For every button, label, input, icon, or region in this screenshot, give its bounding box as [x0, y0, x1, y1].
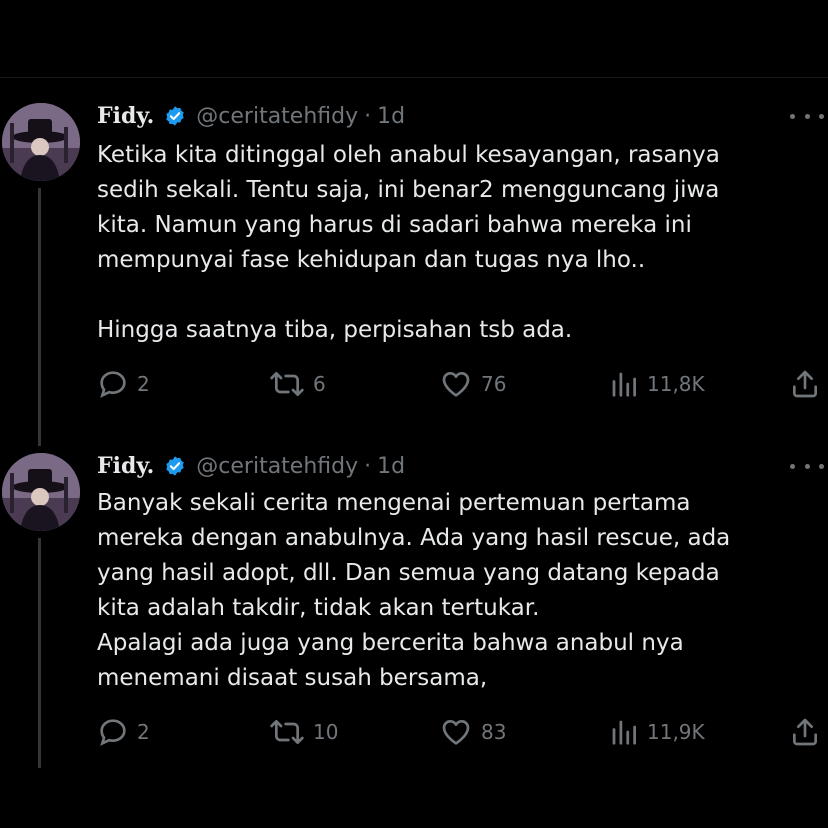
author-name[interactable]: Fidy.	[97, 103, 154, 129]
tweet-text: Ketika kita ditinggal oleh anabul kesaya…	[97, 142, 720, 343]
views-count: 11,9K	[647, 720, 705, 744]
reply-count: 2	[137, 720, 150, 744]
author-handle[interactable]: @ceritatehfidy	[196, 104, 358, 129]
tweet-time[interactable]: 1d	[377, 454, 405, 479]
views-button[interactable]: 11,9K	[609, 714, 705, 750]
author-name[interactable]: Fidy.	[97, 453, 154, 479]
share-icon	[793, 370, 817, 398]
repost-icon	[270, 372, 304, 396]
tweet-header: Fidy. @ceritatehfidy · 1d	[97, 450, 405, 482]
repost-count: 10	[313, 720, 339, 744]
tweet-actions: 2 6 76 11,8K	[97, 366, 825, 402]
tweet-header: Fidy. @ceritatehfidy · 1d	[97, 100, 405, 132]
views-button[interactable]: 11,8K	[609, 366, 705, 402]
repost-icon	[270, 720, 304, 744]
tweet[interactable]: Fidy. @ceritatehfidy · 1d Banyak sekali …	[0, 450, 828, 790]
reply-icon	[100, 371, 126, 398]
like-icon	[442, 372, 470, 397]
tweet[interactable]: Fidy. @ceritatehfidy · 1d Ketika kita di…	[0, 100, 828, 420]
like-count: 83	[481, 720, 507, 744]
share-button[interactable]	[789, 714, 821, 750]
more-options-icon[interactable]	[790, 456, 824, 476]
like-button[interactable]: 83	[439, 714, 506, 750]
views-count: 11,8K	[647, 372, 705, 396]
tweet-time[interactable]: 1d	[377, 104, 405, 129]
author-handle[interactable]: @ceritatehfidy	[196, 454, 358, 479]
verified-badge-icon	[166, 456, 184, 476]
separator-dot: ·	[364, 453, 372, 479]
tweet-text: Banyak sekali cerita mengenai pertemuan …	[97, 490, 731, 691]
share-button[interactable]	[789, 366, 821, 402]
avatar[interactable]	[2, 103, 80, 181]
repost-button[interactable]: 6	[269, 366, 326, 402]
reply-icon	[100, 719, 126, 746]
avatar[interactable]	[2, 453, 80, 531]
like-icon	[442, 720, 470, 745]
views-icon	[612, 720, 636, 745]
tweet-actions: 2 10 83 11,9K	[97, 714, 825, 750]
views-icon	[612, 372, 636, 397]
more-options-icon[interactable]	[790, 106, 824, 126]
repost-count: 6	[313, 372, 326, 396]
top-divider	[0, 77, 828, 78]
like-button[interactable]: 76	[439, 366, 506, 402]
verified-badge-icon	[166, 106, 184, 126]
reply-button[interactable]: 2	[97, 714, 150, 750]
share-icon	[793, 718, 817, 746]
like-count: 76	[481, 372, 507, 396]
reply-count: 2	[137, 372, 150, 396]
reply-button[interactable]: 2	[97, 366, 150, 402]
repost-button[interactable]: 10	[269, 714, 338, 750]
separator-dot: ·	[364, 103, 372, 129]
